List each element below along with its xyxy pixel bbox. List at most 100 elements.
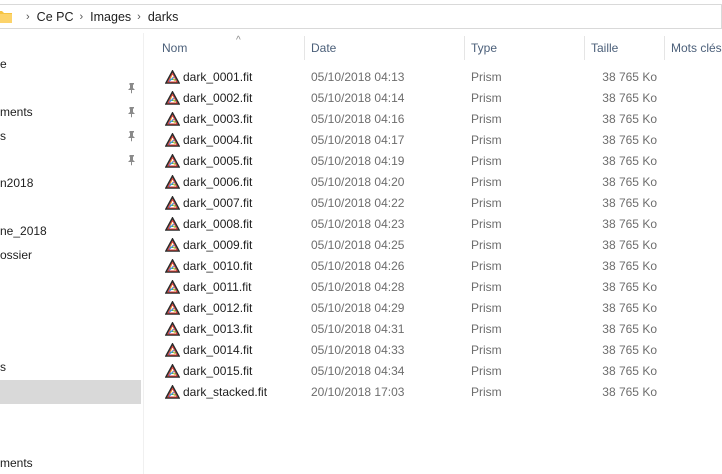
prism-file-icon — [164, 300, 181, 315]
file-date: 05/10/2018 04:34 — [311, 364, 405, 378]
table-row[interactable]: dark_0001.fit 05/10/2018 04:13 Prism 38 765… — [144, 67, 722, 88]
file-name: dark_0010.fit — [183, 259, 253, 273]
table-row[interactable]: dark_0009.fit 05/10/2018 04:25 Prism 38 765… — [144, 235, 722, 256]
column-header-size[interactable]: Taille — [585, 33, 665, 63]
file-name: dark_0001.fit — [183, 70, 253, 84]
nav-item-folder[interactable]: ments — [0, 452, 141, 474]
file-date: 05/10/2018 04:14 — [311, 91, 405, 105]
breadcrumb-images[interactable]: Images — [90, 10, 131, 24]
file-name: dark_0013.fit — [183, 322, 253, 336]
chevron-right-icon[interactable]: › — [137, 11, 141, 23]
pin-icon[interactable] — [126, 106, 138, 118]
file-date: 05/10/2018 04:28 — [311, 280, 405, 294]
table-row[interactable]: dark_0013.fit 05/10/2018 04:31 Prism 38 765… — [144, 319, 722, 340]
file-type: Prism — [471, 322, 502, 336]
column-header-type[interactable]: Type — [465, 33, 585, 63]
address-field[interactable]: › Ce PC › Images › darks — [0, 4, 722, 29]
file-date: 05/10/2018 04:17 — [311, 133, 405, 147]
file-date: 05/10/2018 04:20 — [311, 175, 405, 189]
prism-file-icon — [164, 321, 181, 336]
prism-file-icon — [164, 195, 181, 210]
nav-item-quick-access[interactable]: ments — [0, 101, 141, 123]
prism-file-icon — [164, 69, 181, 84]
navigation-pane: e ments s n2018 ne_2018 ossier s ments — [0, 33, 144, 474]
column-header-date[interactable]: Date — [305, 33, 465, 63]
pin-icon[interactable] — [126, 82, 138, 94]
table-row[interactable]: dark_0005.fit 05/10/2018 04:19 Prism 38 765… — [144, 151, 722, 172]
file-date: 05/10/2018 04:23 — [311, 217, 405, 231]
breadcrumb-darks[interactable]: darks — [148, 10, 179, 24]
chevron-right-icon[interactable]: › — [80, 11, 84, 23]
file-type: Prism — [471, 91, 502, 105]
prism-file-icon — [164, 342, 181, 357]
column-header-label: Taille — [591, 41, 619, 55]
nav-item-label: s — [0, 129, 6, 143]
table-row[interactable]: dark_0002.fit 05/10/2018 04:14 Prism 38 765… — [144, 88, 722, 109]
file-type: Prism — [471, 385, 502, 399]
file-size: 38 765 Ko — [602, 217, 657, 231]
file-name: dark_0008.fit — [183, 217, 253, 231]
table-row[interactable]: dark_0012.fit 05/10/2018 04:29 Prism 38 765… — [144, 298, 722, 319]
table-row[interactable]: dark_0004.fit 05/10/2018 04:17 Prism 38 765… — [144, 130, 722, 151]
chevron-right-icon[interactable]: › — [26, 11, 30, 23]
file-date: 05/10/2018 04:33 — [311, 343, 405, 357]
file-name: dark_0015.fit — [183, 364, 253, 378]
file-size: 38 765 Ko — [602, 385, 657, 399]
breadcrumb-ce-pc[interactable]: Ce PC — [37, 10, 74, 24]
nav-item-selected[interactable] — [0, 380, 141, 404]
nav-item-quick-access[interactable]: s — [0, 125, 141, 147]
file-size: 38 765 Ko — [602, 364, 657, 378]
file-type: Prism — [471, 133, 502, 147]
file-type: Prism — [471, 70, 502, 84]
file-date: 05/10/2018 04:19 — [311, 154, 405, 168]
column-header-label: Mots clés — [671, 41, 722, 55]
table-row[interactable]: dark_0003.fit 05/10/2018 04:16 Prism 38 765… — [144, 109, 722, 130]
table-row[interactable]: dark_0011.fit 05/10/2018 04:28 Prism 38 765… — [144, 277, 722, 298]
file-size: 38 765 Ko — [602, 280, 657, 294]
table-row[interactable]: dark_0015.fit 05/10/2018 04:34 Prism 38 765… — [144, 361, 722, 382]
table-row[interactable]: dark_0010.fit 05/10/2018 04:26 Prism 38 765… — [144, 256, 722, 277]
sort-ascending-icon: ^ — [236, 35, 241, 46]
prism-file-icon — [164, 279, 181, 294]
table-row[interactable]: dark_stacked.fit 20/10/2018 17:03 Prism 38 … — [144, 382, 722, 403]
prism-file-icon — [164, 237, 181, 252]
nav-item-label: ne_2018 — [0, 224, 47, 238]
file-date: 05/10/2018 04:25 — [311, 238, 405, 252]
nav-item-folder[interactable]: n2018 — [0, 172, 141, 194]
prism-file-icon — [164, 174, 181, 189]
pin-icon[interactable] — [126, 154, 138, 166]
breadcrumb: › Ce PC › Images › darks — [20, 5, 178, 28]
table-row[interactable]: dark_0007.fit 05/10/2018 04:22 Prism 38 765… — [144, 193, 722, 214]
pin-icon[interactable] — [126, 130, 138, 142]
prism-file-icon — [164, 111, 181, 126]
prism-file-icon — [164, 153, 181, 168]
nav-item-label: s — [0, 360, 6, 374]
nav-item-folder[interactable]: ne_2018 — [0, 220, 141, 242]
prism-file-icon — [164, 132, 181, 147]
file-size: 38 765 Ko — [602, 133, 657, 147]
file-date: 05/10/2018 04:29 — [311, 301, 405, 315]
table-row[interactable]: dark_0006.fit 05/10/2018 04:20 Prism 38 765… — [144, 172, 722, 193]
address-bar: › Ce PC › Images › darks — [0, 0, 722, 33]
nav-item-folder[interactable]: s — [0, 356, 141, 378]
prism-file-icon — [164, 216, 181, 231]
file-date: 05/10/2018 04:31 — [311, 322, 405, 336]
table-row[interactable]: dark_0014.fit 05/10/2018 04:33 Prism 38 765… — [144, 340, 722, 361]
file-name: dark_0003.fit — [183, 112, 253, 126]
file-date: 20/10/2018 17:03 — [311, 385, 405, 399]
file-type: Prism — [471, 280, 502, 294]
nav-item-folder[interactable]: ossier — [0, 244, 141, 266]
file-type: Prism — [471, 175, 502, 189]
file-name: dark_0002.fit — [183, 91, 253, 105]
nav-item-label: ments — [0, 105, 33, 119]
file-size: 38 765 Ko — [602, 196, 657, 210]
table-row[interactable]: dark_0008.fit 05/10/2018 04:23 Prism 38 765… — [144, 214, 722, 235]
file-size: 38 765 Ko — [602, 322, 657, 336]
column-header-label: Type — [471, 41, 498, 55]
column-header-tags[interactable]: Mots clés — [665, 33, 722, 63]
file-type: Prism — [471, 217, 502, 231]
column-header-name[interactable]: ^ Nom — [156, 33, 305, 63]
file-name: dark_0004.fit — [183, 133, 253, 147]
nav-item[interactable]: e — [0, 53, 141, 75]
file-size: 38 765 Ko — [602, 343, 657, 357]
